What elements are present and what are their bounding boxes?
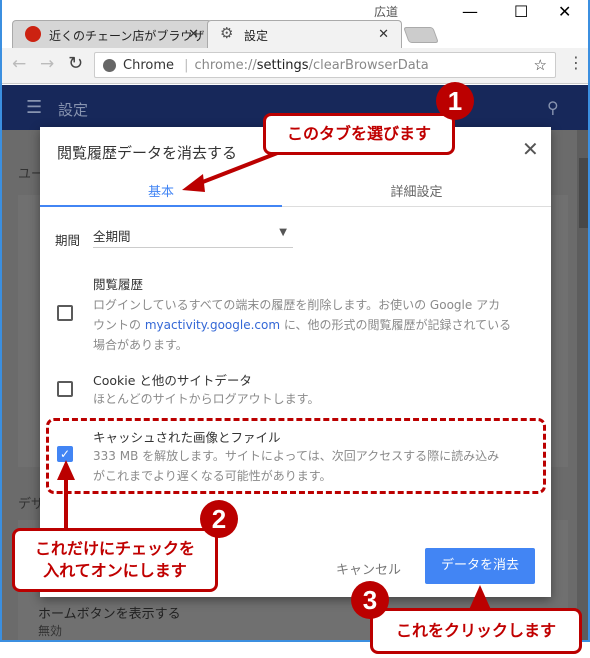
arrow-2-head — [57, 460, 75, 480]
callout-3: これをクリックします — [370, 608, 582, 654]
step-1-badge: 1 — [436, 82, 474, 120]
callout-2: これだけにチェックを 入れてオンにします — [12, 528, 218, 592]
callout-1: このタブを選びます — [263, 113, 455, 155]
arrow-1-head — [182, 174, 205, 192]
arrow-1-line — [194, 148, 286, 187]
callout-text: これだけにチェックを — [34, 539, 195, 558]
step-3-badge: 3 — [351, 581, 389, 619]
callout-text: 入れてオンにします — [43, 561, 187, 580]
callout-text: このタブを選びます — [286, 124, 431, 143]
step-2-badge: 2 — [200, 500, 238, 538]
callout-text: これをクリックします — [395, 621, 556, 640]
